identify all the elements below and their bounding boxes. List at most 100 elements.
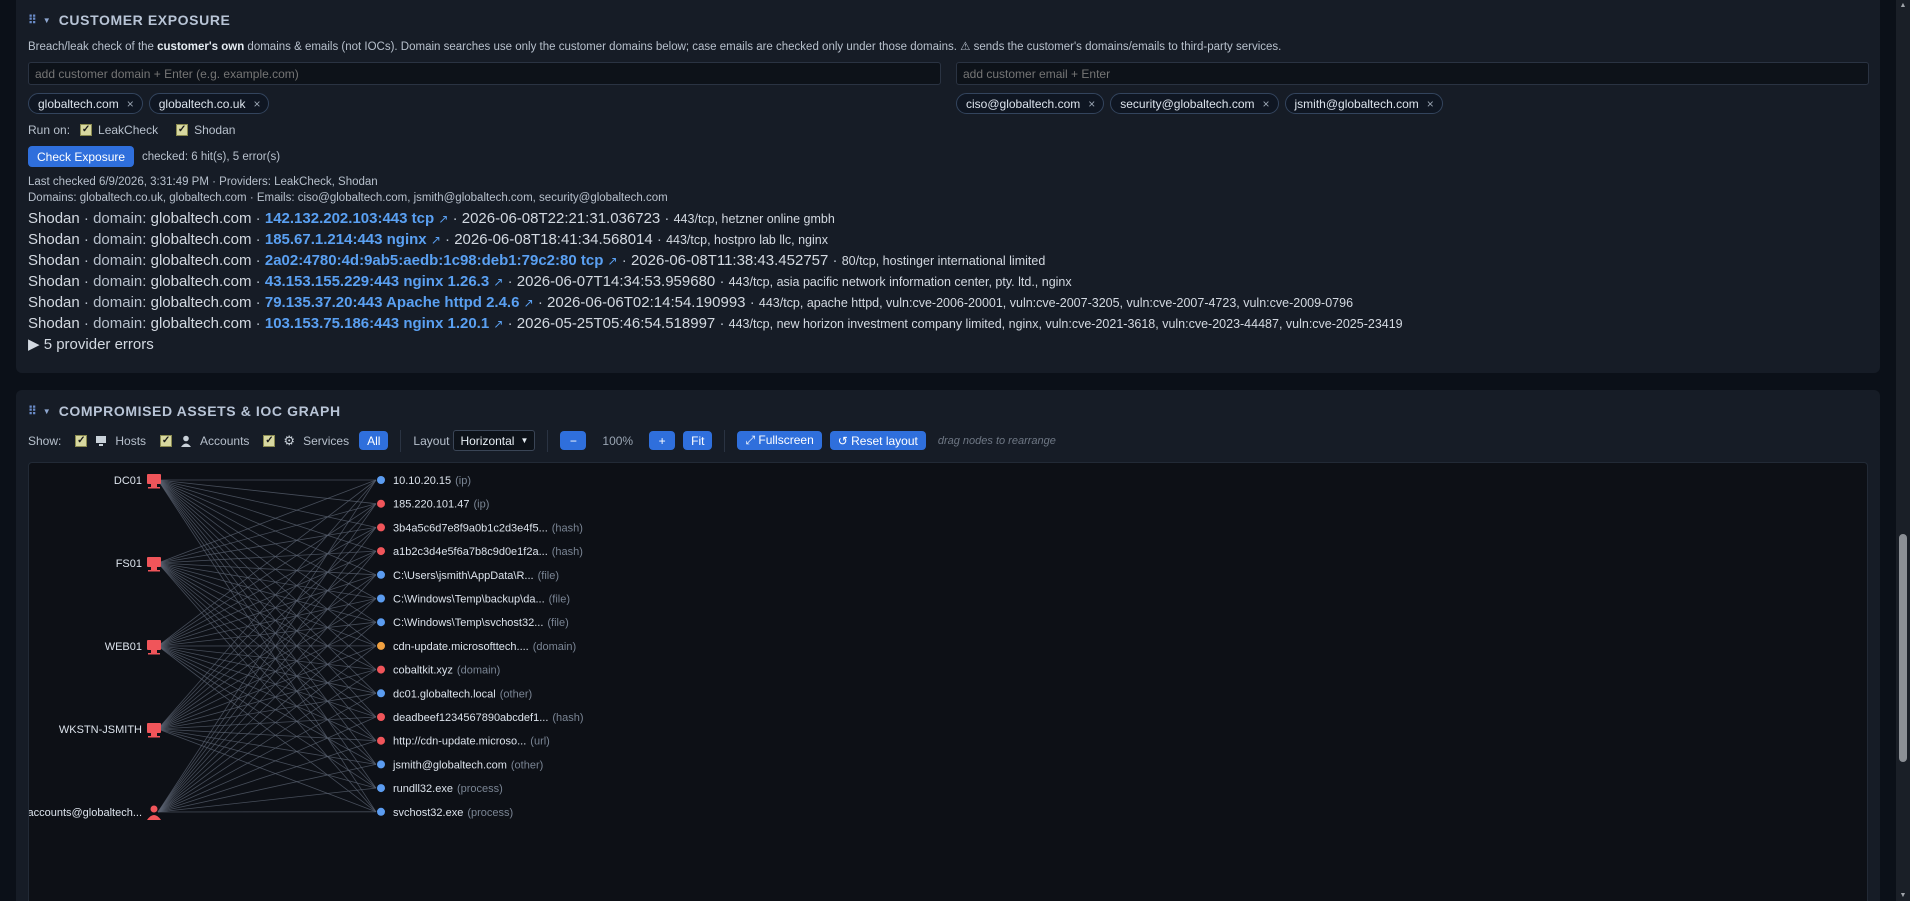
accounts-checkbox[interactable]: ✓ bbox=[160, 434, 173, 447]
result-host-link[interactable]: 79.135.37.20:443 Apache httpd 2.4.6 bbox=[265, 294, 520, 311]
show-all-button[interactable]: All bbox=[359, 431, 389, 450]
external-link-icon[interactable]: ↗ bbox=[431, 233, 441, 247]
result-row: Shodan · domain: globaltech.com · 2a02:4… bbox=[28, 252, 1046, 269]
services-checkbox[interactable]: ✓ bbox=[263, 434, 276, 447]
graph-node-account[interactable]: accounts@globaltech... bbox=[29, 805, 161, 821]
collapse-caret-icon[interactable]: ▼ bbox=[43, 407, 51, 416]
ioc-graph-canvas[interactable]: DC01 FS01 WEB01 WKSTN-JSMITH accounts@global… bbox=[28, 462, 1868, 901]
node-dot bbox=[377, 807, 385, 816]
node-value: 3b4a5c6d7e8f9a0b1c2d3e4f5... bbox=[393, 522, 548, 534]
zoom-out-button[interactable]: − bbox=[560, 431, 587, 450]
hosts-checkbox[interactable]: ✓ bbox=[75, 434, 88, 447]
node-label: cobaltkit.xyz (domain) bbox=[393, 665, 500, 677]
graph-node-ioc[interactable]: deadbeef1234567890abcdef1... (hash) bbox=[377, 712, 584, 724]
scroll-up-icon[interactable]: ▲ bbox=[1899, 2, 1907, 9]
result-host-link[interactable]: 185.67.1.214:443 nginx bbox=[265, 231, 427, 248]
external-link-icon[interactable]: ↗ bbox=[493, 275, 503, 289]
graph-node-ioc[interactable]: C:\Windows\Temp\svchost32... (file) bbox=[377, 617, 569, 629]
remove-icon[interactable]: × bbox=[1427, 97, 1434, 111]
graph-node-host[interactable]: WKSTN-JSMITH bbox=[59, 723, 161, 738]
result-row: Shodan · domain: globaltech.com · 185.67… bbox=[28, 231, 828, 248]
graph-node-host[interactable]: DC01 bbox=[114, 474, 161, 489]
node-label: 3b4a5c6d7e8f9a0b1c2d3e4f5... (hash) bbox=[393, 522, 583, 534]
result-domain: globaltech.com bbox=[150, 273, 252, 290]
graph-edge bbox=[157, 527, 377, 813]
graph-node-ioc[interactable]: http://cdn-update.microso... (url) bbox=[377, 736, 550, 748]
graph-node-ioc[interactable]: C:\Users\jsmith\AppData\R... (file) bbox=[377, 570, 559, 582]
node-label: 10.10.20.15 (ip) bbox=[393, 475, 471, 487]
graph-edge bbox=[157, 562, 377, 623]
result-host-link[interactable]: 2a02:4780:4d:9ab5:aedb:1c98:deb1:79c2:80… bbox=[265, 252, 604, 269]
zoom-in-button[interactable]: + bbox=[649, 431, 676, 450]
external-link-icon[interactable]: ↗ bbox=[524, 296, 534, 310]
scrollbar-thumb[interactable] bbox=[1899, 534, 1907, 762]
node-value: 10.10.20.15 bbox=[393, 475, 451, 487]
graph-edge bbox=[157, 621, 377, 813]
node-label: WKSTN-JSMITH bbox=[59, 724, 142, 736]
result-info: 443/tcp, new horizon investment company … bbox=[728, 317, 1403, 331]
layout-select[interactable]: Horizontal ▼ bbox=[453, 430, 536, 451]
external-link-icon[interactable]: ↗ bbox=[438, 212, 448, 226]
result-host-link[interactable]: 43.153.155.229:443 nginx 1.26.3 bbox=[265, 273, 489, 290]
result-provider: Shodan bbox=[28, 294, 80, 311]
node-value: cobaltkit.xyz bbox=[393, 665, 453, 677]
graph-node-host[interactable]: WEB01 bbox=[105, 640, 161, 655]
result-kind: domain: bbox=[93, 273, 147, 290]
result-domain: globaltech.com bbox=[150, 231, 252, 248]
result-info: 443/tcp, hostpro lab llc, nginx bbox=[666, 233, 828, 247]
result-row: Shodan · domain: globaltech.com · 43.153… bbox=[28, 273, 1072, 290]
hosts-label: Hosts bbox=[115, 433, 147, 448]
node-dot bbox=[377, 618, 385, 627]
remove-icon[interactable]: × bbox=[1263, 97, 1270, 111]
graph-node-ioc[interactable]: jsmith@globaltech.com (other) bbox=[377, 759, 543, 771]
remove-icon[interactable]: × bbox=[1088, 97, 1095, 111]
leakcheck-checkbox[interactable]: ✓ bbox=[80, 124, 93, 136]
shodan-checkbox[interactable]: ✓ bbox=[176, 124, 189, 136]
collapse-caret-icon[interactable]: ▼ bbox=[43, 16, 51, 25]
graph-node-host[interactable]: FS01 bbox=[116, 557, 161, 572]
graph-edge bbox=[157, 503, 377, 647]
node-dot bbox=[377, 665, 385, 674]
check-exposure-button[interactable]: Check Exposure bbox=[28, 146, 135, 167]
graph-node-ioc[interactable]: 185.220.101.47 (ip) bbox=[377, 499, 489, 511]
external-link-icon[interactable]: ↗ bbox=[608, 254, 618, 268]
remove-icon[interactable]: × bbox=[253, 97, 260, 111]
drag-handle-icon[interactable]: ⠿ bbox=[28, 13, 37, 27]
graph-node-ioc[interactable]: svchost32.exe (process) bbox=[377, 807, 513, 819]
graph-node-ioc[interactable]: cdn-update.microsofttech.... (domain) bbox=[377, 641, 576, 653]
provider-errors-toggle[interactable]: ▶ 5 provider errors bbox=[28, 335, 154, 353]
exposure-header[interactable]: ⠿ ▼ CUSTOMER EXPOSURE bbox=[28, 12, 230, 28]
exposure-title: CUSTOMER EXPOSURE bbox=[58, 12, 231, 28]
result-host-link[interactable]: 103.153.75.186:443 nginx 1.20.1 bbox=[265, 315, 489, 332]
result-info: 80/tcp, hostinger international limited bbox=[841, 254, 1046, 268]
graph-node-ioc[interactable]: a1b2c3d4e5f6a7b8c9d0e1f2a... (hash) bbox=[377, 546, 583, 558]
scroll-down-icon[interactable]: ▼ bbox=[1899, 892, 1907, 899]
node-type: (other) bbox=[500, 688, 532, 700]
fullscreen-button[interactable]: ⤢ Fullscreen bbox=[737, 431, 822, 450]
graph-header[interactable]: ⠿ ▼ COMPROMISED ASSETS & IOC GRAPH bbox=[28, 403, 341, 419]
ioc-graph-svg[interactable]: DC01 FS01 WEB01 WKSTN-JSMITH accounts@global… bbox=[29, 463, 1868, 901]
graph-node-ioc[interactable]: C:\Windows\Temp\backup\da... (file) bbox=[377, 594, 570, 606]
node-value: http://cdn-update.microso... bbox=[393, 736, 526, 748]
remove-icon[interactable]: × bbox=[127, 97, 134, 111]
result-timestamp: 2026-06-08T22:21:31.036723 bbox=[461, 210, 661, 227]
graph-node-ioc[interactable]: rundll32.exe (process) bbox=[377, 783, 503, 795]
external-link-icon[interactable]: ↗ bbox=[493, 317, 503, 331]
node-dot bbox=[377, 570, 385, 579]
reset-layout-button[interactable]: ↺ Reset layout bbox=[829, 431, 926, 450]
graph-edge bbox=[157, 479, 377, 528]
graph-node-ioc[interactable]: dc01.globaltech.local (other) bbox=[377, 688, 532, 700]
drag-handle-icon[interactable]: ⠿ bbox=[28, 404, 37, 418]
node-label: DC01 bbox=[114, 475, 142, 487]
node-label: svchost32.exe (process) bbox=[393, 807, 513, 819]
graph-node-ioc[interactable]: 3b4a5c6d7e8f9a0b1c2d3e4f5... (hash) bbox=[377, 522, 583, 534]
node-value: C:\Windows\Temp\backup\da... bbox=[393, 594, 545, 606]
graph-node-ioc[interactable]: 10.10.20.15 (ip) bbox=[377, 475, 471, 487]
customer-domain-input[interactable] bbox=[28, 62, 941, 85]
fit-button[interactable]: Fit bbox=[683, 431, 713, 450]
graph-node-ioc[interactable]: cobaltkit.xyz (domain) bbox=[377, 665, 500, 677]
result-domain: globaltech.com bbox=[150, 315, 252, 332]
customer-email-input[interactable] bbox=[956, 62, 1869, 85]
page-scrollbar[interactable]: ▲ ▼ bbox=[1896, 0, 1910, 901]
result-host-link[interactable]: 142.132.202.103:443 tcp bbox=[265, 210, 434, 227]
